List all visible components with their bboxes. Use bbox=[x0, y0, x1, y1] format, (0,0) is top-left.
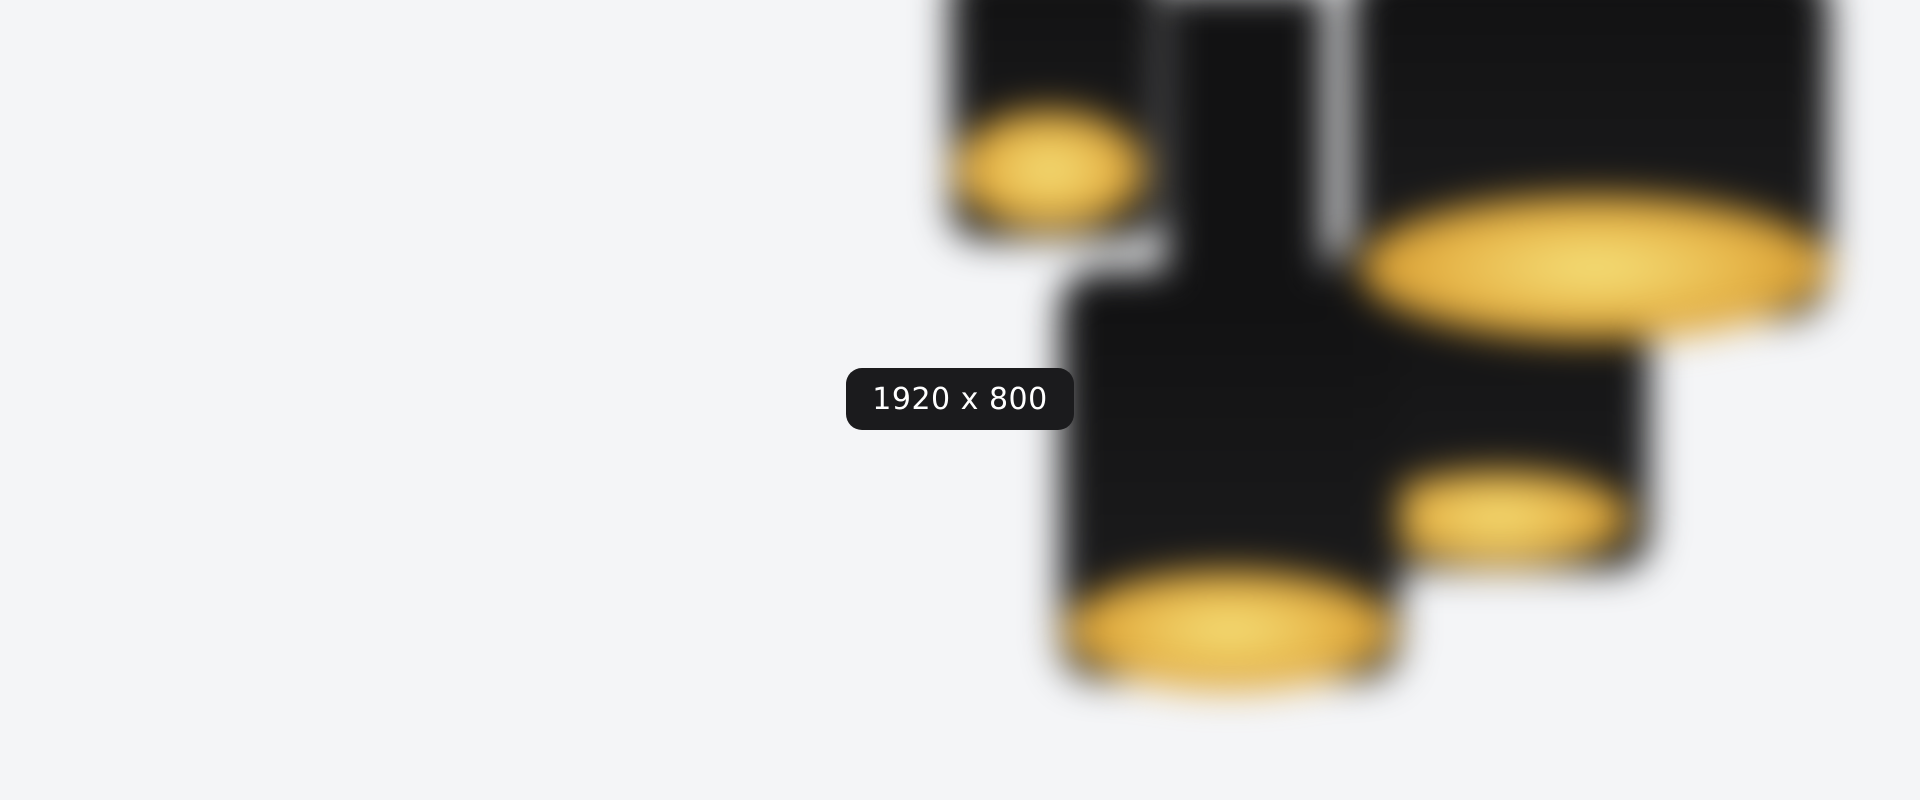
lamp-glow-top-right bbox=[1360, 195, 1830, 340]
lamp-glow-center bbox=[1065, 570, 1395, 690]
image-size-badge: 1920 x 800 bbox=[846, 368, 1074, 430]
lamp-glow-middle-right bbox=[1370, 470, 1630, 565]
lamp-stem bbox=[1165, 0, 1325, 290]
placeholder-image: 1920 x 800 bbox=[0, 0, 1920, 800]
lamp-glow-top-left bbox=[955, 110, 1145, 230]
